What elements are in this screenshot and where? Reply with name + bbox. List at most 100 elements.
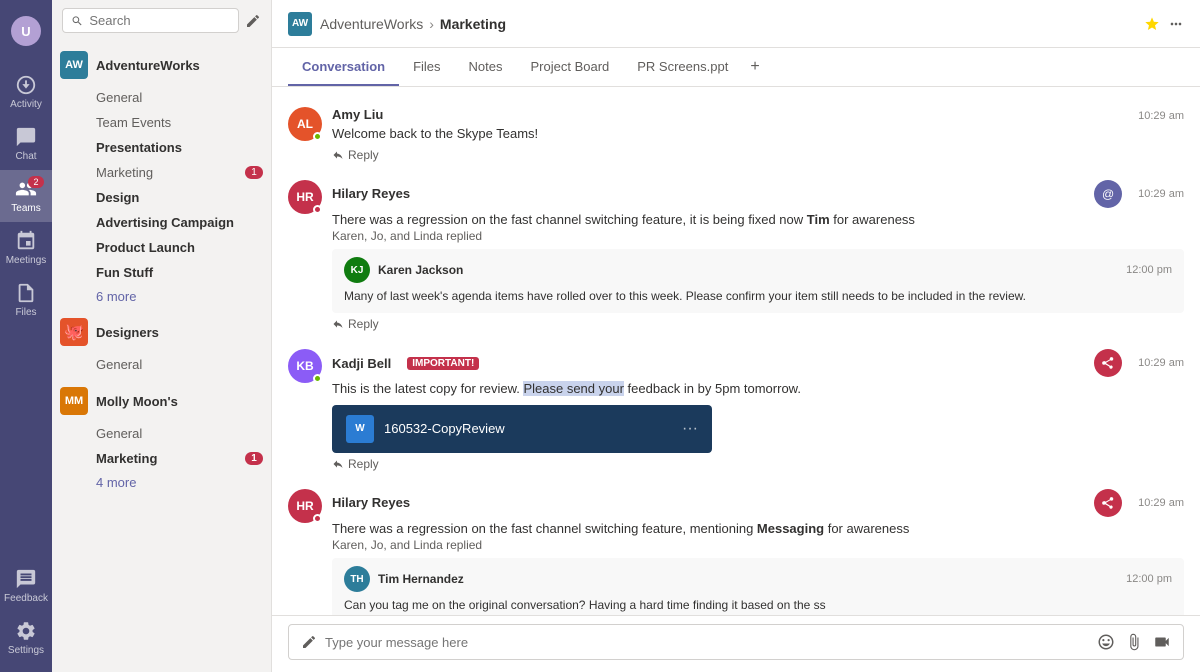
edit-format-icon[interactable]	[301, 634, 317, 650]
important-badge: IMPORTANT!	[407, 357, 479, 370]
message-time-2: 10:29 am	[1138, 188, 1184, 200]
team-group-designers: 🐙 Designers General	[52, 312, 271, 377]
user-avatar: U	[11, 16, 41, 46]
sidebar-item-settings[interactable]: Settings	[0, 612, 52, 664]
sidebar-item-meetings-label: Meetings	[6, 255, 47, 266]
team-header-designers[interactable]: 🐙 Designers	[52, 312, 271, 352]
team-header-molly-moons[interactable]: MM Molly Moon's	[52, 381, 271, 421]
more-channels-molly[interactable]: 4 more	[52, 471, 271, 494]
search-bar	[52, 0, 271, 41]
channel-item-molly-general[interactable]: General	[52, 421, 271, 446]
message-text-input[interactable]	[325, 635, 1089, 650]
more-channels-aw[interactable]: 6 more	[52, 285, 271, 308]
tabs-bar: Conversation Files Notes Project Board P…	[272, 48, 1200, 87]
file-attachment-3[interactable]: W 160532-CopyReview ···	[332, 405, 712, 453]
message-text-1: Welcome back to the Skype Teams!	[332, 124, 1184, 144]
channel-item-advertising[interactable]: Advertising Campaign	[52, 210, 271, 235]
channel-item-presentations[interactable]: Presentations	[52, 135, 271, 160]
reply-icon	[332, 318, 344, 330]
add-tab-button[interactable]: +	[742, 48, 767, 86]
tab-project-board[interactable]: Project Board	[517, 49, 624, 86]
message-header-1: Amy Liu 10:29 am	[332, 107, 1184, 122]
message-header-3: Kadji Bell IMPORTANT! 10:29 am	[332, 349, 1184, 377]
teams-panel: AW AdventureWorks General Team Events Pr…	[52, 0, 272, 672]
status-dot	[313, 132, 322, 141]
video-icon[interactable]	[1153, 633, 1171, 651]
nested-header-2: KJ Karen Jackson 12:00 pm	[344, 257, 1172, 283]
channel-item-general[interactable]: General	[52, 85, 271, 110]
attach-icon[interactable]	[1125, 633, 1143, 651]
channel-name: Product Launch	[96, 240, 195, 255]
avatar-initials: AL	[297, 117, 313, 131]
tab-notes[interactable]: Notes	[455, 49, 517, 86]
input-actions	[1097, 633, 1171, 651]
sidebar-item-activity[interactable]: Activity	[0, 66, 52, 118]
channel-item-product-launch[interactable]: Product Launch	[52, 235, 271, 260]
team-group-molly-moons: MM Molly Moon's General Marketing 1 4 mo…	[52, 381, 271, 494]
channel-item-teamevents[interactable]: Team Events	[52, 110, 271, 135]
tab-pr-screens-label: PR Screens.ppt	[637, 59, 728, 74]
msg-mention-4: Messaging	[757, 521, 824, 536]
sidebar-item-teams[interactable]: Teams 2	[0, 170, 52, 222]
reply-button-3[interactable]: Reply	[332, 457, 1184, 471]
sidebar-item-activity-label: Activity	[10, 99, 42, 110]
channel-item-molly-marketing[interactable]: Marketing 1	[52, 446, 271, 471]
tab-notes-label: Notes	[469, 59, 503, 74]
breadcrumb-channel: Marketing	[440, 16, 506, 32]
message-content-2: Hilary Reyes @ 10:29 am There was a regr…	[332, 180, 1184, 332]
tab-files[interactable]: Files	[399, 49, 454, 86]
channel-name: General	[96, 90, 142, 105]
tab-pr-screens[interactable]: PR Screens.ppt	[623, 49, 742, 86]
reply-button-2[interactable]: Reply	[332, 317, 1184, 331]
sidebar-icons-panel: U Activity Chat Teams 2 Meetings Files F…	[0, 0, 52, 672]
tab-conversation[interactable]: Conversation	[288, 49, 399, 86]
nested-author-karen: Karen Jackson	[378, 263, 463, 277]
channel-name: Marketing	[96, 165, 153, 180]
channel-name: Advertising Campaign	[96, 215, 234, 230]
star-icon[interactable]	[1144, 16, 1160, 32]
sidebar-item-files[interactable]: Files	[0, 274, 52, 326]
team-name-designers: Designers	[96, 325, 263, 340]
sidebar-item-settings-label: Settings	[8, 645, 44, 656]
msg-text-after-3: feedback in by 5pm tomorrow.	[624, 381, 801, 396]
status-dot	[313, 514, 322, 523]
team-name-adventureworks: AdventureWorks	[96, 58, 263, 73]
channel-name: General	[96, 357, 142, 372]
nested-avatar-karen: KJ	[344, 257, 370, 283]
breadcrumb-separator: ›	[429, 16, 434, 32]
compose-icon[interactable]	[245, 13, 261, 29]
channel-item-design[interactable]: Design	[52, 185, 271, 210]
channel-header-avatar: AW	[288, 12, 312, 36]
message-time-4: 10:29 am	[1138, 497, 1184, 509]
team-avatar-adventureworks: AW	[60, 51, 88, 79]
msg-highlight-3: Please send your	[523, 381, 623, 396]
sidebar-item-meetings[interactable]: Meetings	[0, 222, 52, 274]
status-dot	[313, 205, 322, 214]
more-options-icon[interactable]	[1168, 16, 1184, 32]
search-icon	[71, 14, 83, 28]
search-input[interactable]	[89, 13, 230, 28]
message-author-2: Hilary Reyes	[332, 186, 410, 201]
msg-text-after: for awareness	[830, 212, 915, 227]
file-menu-icon[interactable]: ···	[682, 420, 698, 438]
channel-item-designers-general[interactable]: General	[52, 352, 271, 377]
avatar-initials: HR	[296, 499, 313, 513]
avatar-hilary-reyes-1: HR	[288, 180, 322, 214]
channel-item-marketing-aw[interactable]: Marketing 1	[52, 160, 271, 185]
tab-conversation-label: Conversation	[302, 59, 385, 74]
replied-text-4: Karen, Jo, and Linda replied	[332, 538, 1184, 552]
search-input-container[interactable]	[62, 8, 239, 33]
sidebar-item-feedback-label: Feedback	[4, 593, 48, 604]
user-avatar-button[interactable]: U	[0, 8, 52, 60]
team-header-adventureworks[interactable]: AW AdventureWorks	[52, 45, 271, 85]
reply-button-1[interactable]: Reply	[332, 148, 1184, 162]
sidebar-item-chat-label: Chat	[15, 151, 36, 162]
channel-item-fun-stuff[interactable]: Fun Stuff	[52, 260, 271, 285]
message-row-3: KB Kadji Bell IMPORTANT! 10:29 am This i…	[288, 341, 1184, 479]
emoji-icon[interactable]	[1097, 633, 1115, 651]
message-author-4: Hilary Reyes	[332, 495, 410, 510]
sidebar-item-feedback[interactable]: Feedback	[0, 560, 52, 612]
sidebar-item-chat[interactable]: Chat	[0, 118, 52, 170]
msg-text-before: There was a regression on the fast chann…	[332, 212, 807, 227]
msg-mention: Tim	[807, 212, 830, 227]
